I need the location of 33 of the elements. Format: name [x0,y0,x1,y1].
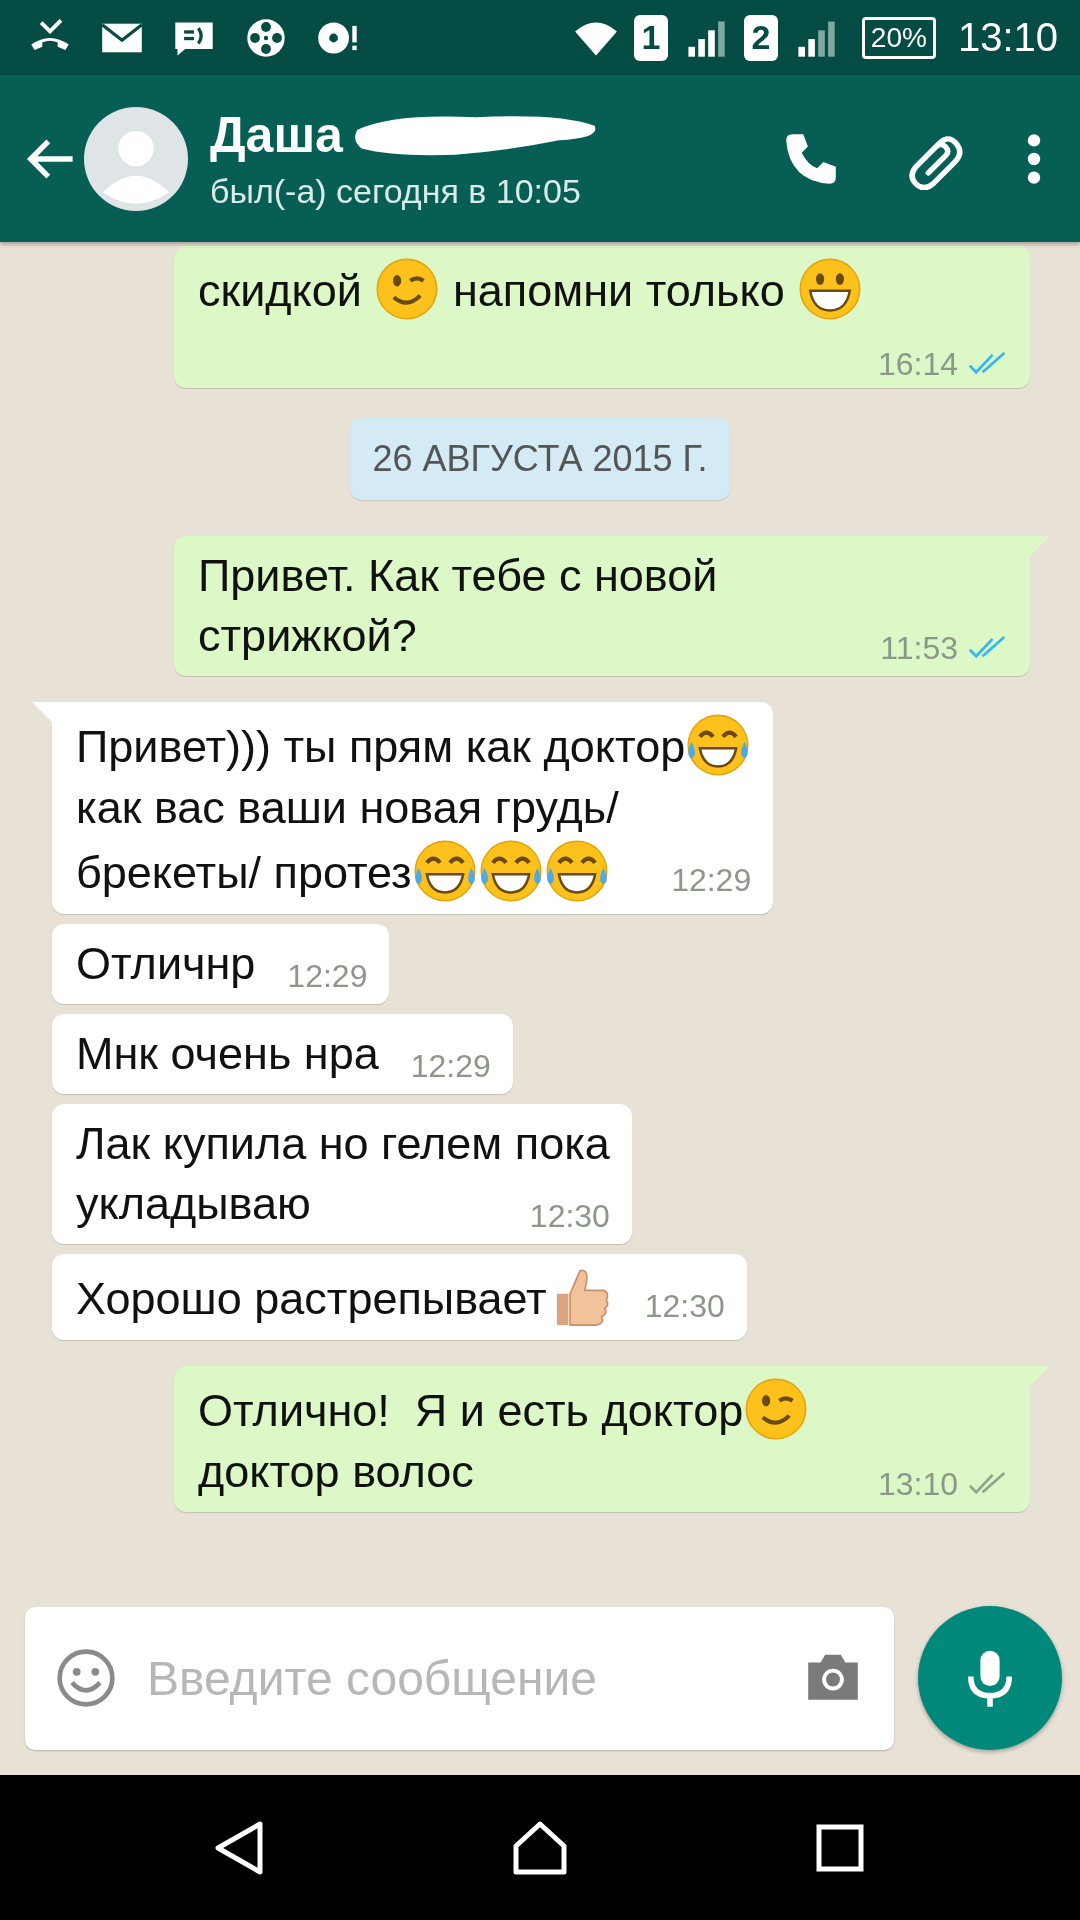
smiley-icon[interactable] [55,1647,117,1709]
sim-label: 1 [633,14,668,61]
message-text: Привет. Как тебе с новой [198,550,718,601]
message-time: 12:29 [671,861,752,900]
message-text: скидкой [198,265,363,316]
message-time: 12:30 [529,1197,610,1236]
message-text: доктор волос [198,1446,474,1497]
message-text: брекеты/ протез [76,847,412,898]
message-text: Отличнр [76,938,256,989]
message-time: 16:14 [877,345,958,384]
message-text: Хорошо растрепывает [76,1273,547,1324]
message-time: 12:29 [287,957,368,996]
message-text: Отлично! Я и есть доктор [198,1385,744,1436]
message-text: Привет))) ты прям как доктор [76,721,686,772]
message-time: 12:29 [410,1047,491,1086]
message-time: 12:30 [644,1287,725,1326]
message-text: Лак купила но гелем пока [76,1118,610,1169]
message-time: 13:10 [877,1465,958,1504]
sim-label: 2 [743,14,778,61]
message-time: 11:53 [880,629,958,668]
date-chip: 26 АВГУСТА 2015 Г. [350,418,730,500]
last-seen: был(-а) сегодня в 10:05 [210,172,582,211]
battery-indicator: 20% [861,16,936,59]
message-text: как вас ваши новая грудь/ [76,782,619,833]
message-text: стрижкой? [198,610,417,661]
status-time: 13:10 [957,15,1058,60]
contact-name: Даша [210,106,343,164]
message-text: укладываю [76,1178,311,1229]
message-input[interactable]: Введите сообщение [145,1649,774,1707]
message-field[interactable]: Введите сообщение [25,1606,894,1750]
avatar-icon[interactable] [84,106,188,211]
message-text: Мнк очень нра [76,1028,379,1079]
message-text: напомни только [451,265,786,316]
